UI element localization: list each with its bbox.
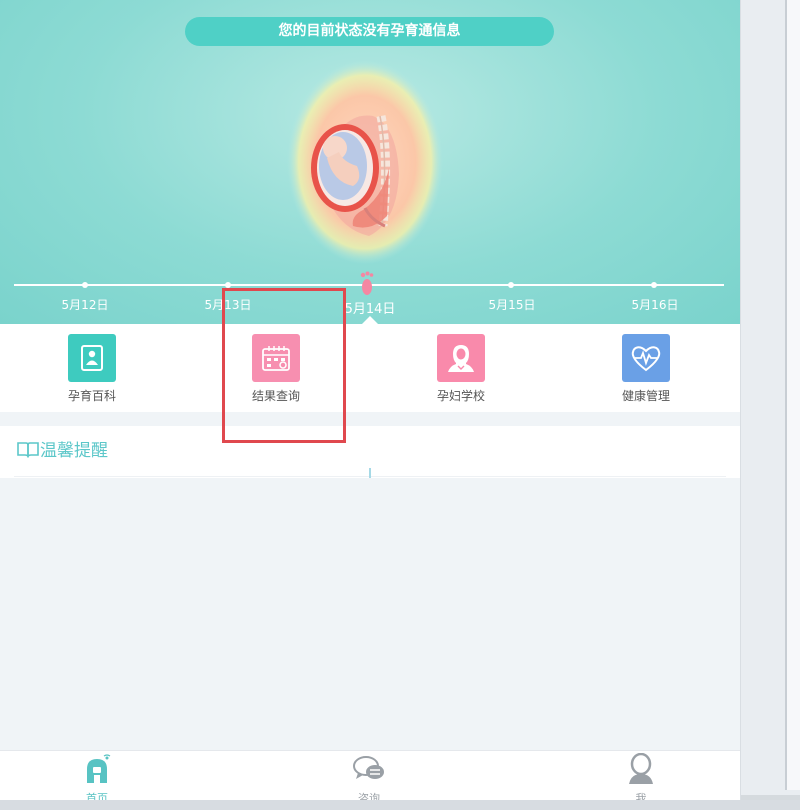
feature-row: 孕育百科 结果查询 孕妇学校 健康管理 (0, 324, 740, 412)
pregnant-woman-icon (437, 334, 485, 382)
timeline-dot (651, 282, 657, 288)
nav-consult[interactable]: 咨询 (324, 753, 414, 806)
date-5-16[interactable]: 5月16日 (615, 296, 695, 313)
fetus-illustration (287, 60, 443, 264)
status-banner: 您的目前状态没有孕育通信息 (185, 17, 554, 46)
timeline-dot (508, 282, 514, 288)
baby-icon (68, 334, 116, 382)
feature-label: 孕育百科 (67, 389, 116, 403)
home-icon (87, 754, 111, 783)
scrollbar[interactable] (787, 0, 800, 790)
current-date-caret (362, 316, 378, 324)
reminder-marker (369, 468, 371, 478)
nav-home[interactable]: 首页 (52, 753, 142, 806)
feature-health-management[interactable]: 健康管理 (591, 334, 701, 406)
highlight-box (222, 288, 346, 443)
heartbeat-icon (622, 334, 670, 382)
reminder-title: 温馨提醒 (40, 441, 108, 461)
reminder-card: 温馨提醒 (0, 426, 740, 478)
feature-pregnancy-encyclopedia[interactable]: 孕育百科 (37, 334, 147, 406)
date-5-15[interactable]: 5月15日 (472, 296, 552, 313)
footprint-icon (360, 271, 374, 295)
feature-pregnancy-school[interactable]: 孕妇学校 (406, 334, 516, 406)
book-icon (17, 442, 39, 458)
app-window: 您的目前状态没有孕育通信息 5月12日 5月13日 5月14日 5月15日 5月… (0, 0, 740, 810)
nav-me[interactable]: 我 (596, 752, 686, 806)
pregnancy-hero: 您的目前状态没有孕育通信息 5月12日 5月13日 5月14日 5月15日 5月… (0, 0, 740, 324)
feature-label: 孕妇学校 (436, 389, 485, 403)
feature-label: 健康管理 (621, 389, 670, 403)
user-icon (629, 752, 653, 784)
timeline-dot (82, 282, 88, 288)
bottom-nav: 首页 咨询 我 (0, 750, 740, 805)
window-scroll-area (740, 0, 800, 810)
date-5-12[interactable]: 5月12日 (45, 296, 125, 313)
chat-icon (353, 756, 384, 779)
window-bottom-edge (0, 800, 800, 810)
